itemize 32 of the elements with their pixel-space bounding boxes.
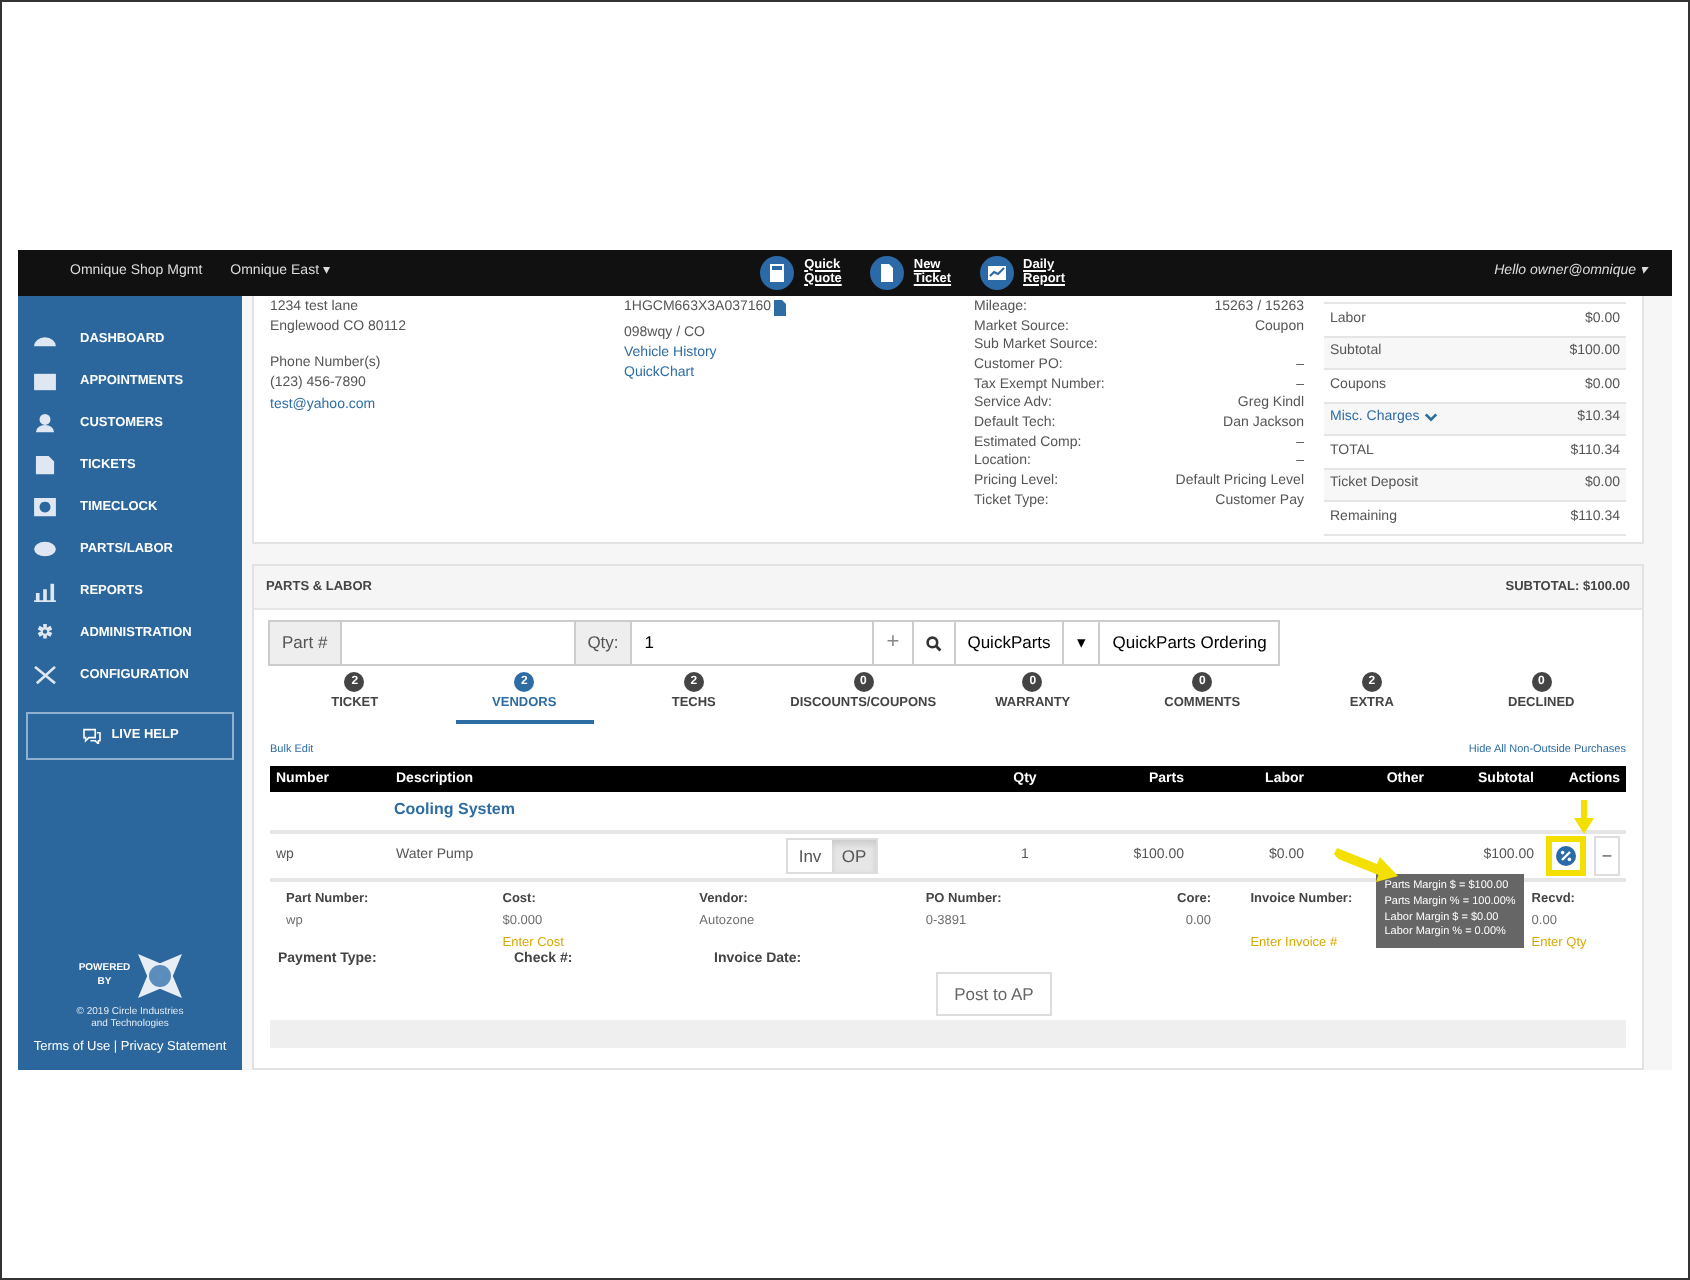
logo-drawing [137,954,182,999]
report-icon [979,256,1014,290]
calculator-icon [760,256,795,290]
toggle-option[interactable]: OP [832,840,876,873]
group-title: Cooling System [270,792,1626,835]
gear-icon [34,623,56,643]
document-icon[interactable] [774,300,787,317]
person-icon [34,413,56,433]
search-button[interactable] [911,620,956,666]
search-icon [925,635,942,651]
crossed-tools-icon [34,665,56,685]
chart-icon [34,581,56,601]
chevron-icon [1423,411,1438,422]
chat-icon [81,728,102,744]
part-number-field[interactable] [339,620,576,666]
margin-button[interactable] [1556,846,1576,867]
remove-button[interactable]: – [1594,836,1620,877]
percent-icon [1556,846,1576,867]
quickparts-ordering-button[interactable]: QuickParts Ordering [1098,620,1281,666]
document-icon [869,256,904,290]
disc-icon [34,539,56,559]
calendar-icon [34,371,56,391]
add-button[interactable]: + [872,620,914,666]
quickparts-button[interactable]: QuickParts [953,620,1065,666]
qty-label: Qty: [573,620,633,666]
qty-field[interactable]: 1 [630,620,875,666]
annotation-arrow [1334,848,1398,882]
part-label: Part # [268,620,342,666]
dropdown-toggle-button[interactable]: ▾ [1062,620,1101,666]
post-to-ap-button[interactable]: Post to AP [936,972,1052,1017]
document-icon [34,455,56,475]
clock-icon [34,497,56,517]
